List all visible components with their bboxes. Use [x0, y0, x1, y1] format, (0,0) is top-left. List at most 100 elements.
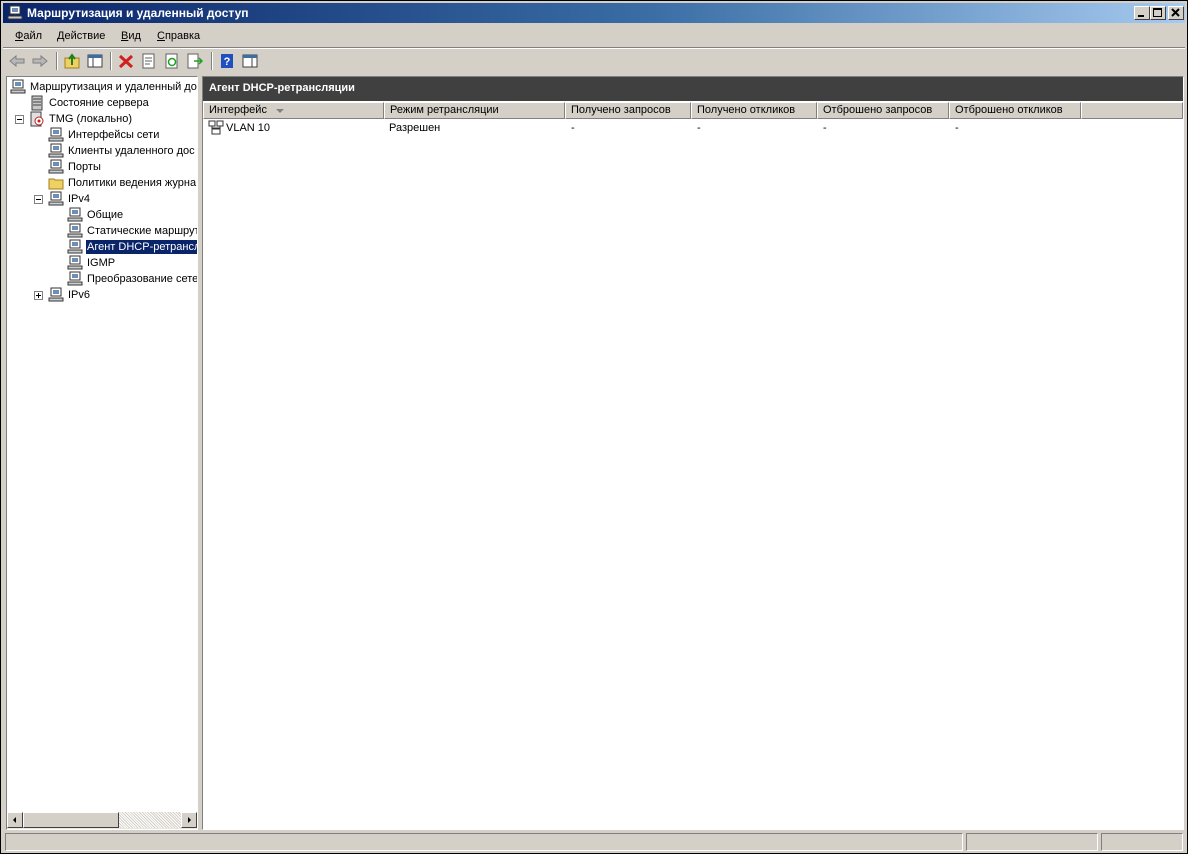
- network-node-icon: [48, 191, 64, 206]
- menu-file[interactable]: Файл: [15, 30, 42, 42]
- sort-arrow-icon: [276, 109, 284, 113]
- tree-item-label: IGMP: [87, 257, 116, 269]
- up-folder-icon: [64, 53, 80, 69]
- status-panel-tertiary: [1101, 833, 1183, 851]
- cell-requests-discarded: -: [823, 122, 827, 134]
- back-arrow-icon: [9, 54, 25, 68]
- routing-root-icon: [10, 79, 26, 94]
- network-node-icon: [67, 271, 83, 286]
- status-panel-secondary: [966, 833, 1098, 851]
- properties-icon: [142, 53, 155, 69]
- close-icon: [1171, 8, 1180, 17]
- tree-item-label: Интерфейсы сети: [68, 129, 160, 141]
- maximize-icon: [1153, 8, 1162, 17]
- details-header: Агент DHCP-ретрансляции: [203, 77, 1183, 101]
- forward-arrow-icon: [32, 54, 48, 68]
- network-node-icon: [67, 207, 83, 222]
- toolbar-separator: [110, 52, 112, 70]
- refresh-button[interactable]: [162, 52, 182, 70]
- scroll-left-arrow-icon: [13, 817, 16, 823]
- show-hide-action-pane-icon: [242, 54, 258, 68]
- tree-horizontal-scrollbar[interactable]: [7, 812, 197, 829]
- close-button[interactable]: [1168, 6, 1184, 20]
- forward-button[interactable]: [30, 52, 50, 70]
- menu-action[interactable]: Действие: [57, 30, 105, 42]
- status-panel-main: [5, 833, 963, 851]
- cell-relay-mode: Разрешен: [389, 122, 441, 134]
- minimize-icon: [1138, 15, 1144, 17]
- menu-view[interactable]: Вид: [121, 30, 141, 42]
- column-label: Интерфейс: [209, 104, 267, 116]
- column-header-replies-received[interactable]: Получено откликов: [691, 102, 817, 119]
- tree-item-label: IPv4: [68, 193, 91, 205]
- tree-item-label: Общие: [87, 209, 124, 221]
- network-node-icon: [67, 255, 83, 270]
- toolbar-separator: [211, 52, 213, 70]
- show-hide-tree-icon: [87, 54, 103, 68]
- column-header-requests-discarded[interactable]: Отброшено запросов: [817, 102, 949, 119]
- table-row[interactable]: VLAN 10 Разрешен - - - -: [203, 120, 1183, 136]
- tree-item-label: Политики ведения журна: [68, 177, 197, 189]
- up-level-button[interactable]: [62, 52, 82, 70]
- menu-separator: [3, 47, 1185, 49]
- show-hide-tree-button[interactable]: [85, 52, 105, 70]
- export-list-icon: [187, 53, 203, 69]
- column-label: Отброшено откликов: [955, 104, 1063, 116]
- interface-icon: [208, 120, 224, 135]
- minimize-button[interactable]: [1134, 6, 1150, 20]
- expand-ipv6-toggle[interactable]: [34, 291, 43, 300]
- menu-help[interactable]: Справка: [157, 30, 200, 42]
- show-hide-action-pane-button[interactable]: [240, 52, 260, 70]
- column-label: Получено откликов: [697, 104, 796, 116]
- tree-item-label: Преобразование сете: [87, 273, 197, 285]
- scroll-left-button[interactable]: [7, 812, 23, 828]
- tree-item-label: Порты: [68, 161, 101, 173]
- column-header-replies-discarded[interactable]: Отброшено откликов: [949, 102, 1081, 119]
- column-header-interface[interactable]: Интерфейс: [203, 102, 384, 119]
- network-node-icon: [67, 239, 83, 254]
- delete-button[interactable]: [116, 52, 136, 70]
- properties-button[interactable]: [139, 52, 159, 70]
- svg-text:?: ?: [224, 56, 231, 68]
- main-window: Маршрутизация и удаленный доступ Файл Де…: [0, 0, 1188, 854]
- menu-bar: Файл Действие Вид Справка: [3, 26, 1185, 46]
- details-title: Агент DHCP-ретрансляции: [209, 82, 355, 94]
- tree-item-label: Статические маршрут: [87, 225, 197, 237]
- refresh-icon: [165, 53, 178, 69]
- server-status-icon: [31, 95, 43, 111]
- column-label: Отброшено запросов: [823, 104, 933, 116]
- console-tree: Маршрутизация и удаленный до Состояние с…: [7, 77, 197, 812]
- export-list-button[interactable]: [185, 52, 205, 70]
- collapse-server-toggle[interactable]: [15, 115, 24, 124]
- status-bar: [3, 832, 1185, 852]
- column-header-requests-received[interactable]: Получено запросов: [565, 102, 691, 119]
- tree-item-label: IPv6: [68, 289, 91, 301]
- column-label: Режим ретрансляции: [390, 104, 499, 116]
- toolbar-separator: [56, 52, 58, 70]
- cell-requests-received: -: [571, 122, 575, 134]
- network-node-icon: [67, 223, 83, 238]
- folder-icon: [48, 178, 64, 190]
- cell-replies-received: -: [697, 122, 701, 134]
- help-icon: ?: [221, 54, 233, 68]
- title-bar[interactable]: Маршрутизация и удаленный доступ: [3, 3, 1185, 23]
- scroll-thumb[interactable]: [23, 812, 119, 828]
- details-pane: Агент DHCP-ретрансляции Интерфейс Режим …: [202, 76, 1184, 830]
- network-node-icon: [48, 159, 64, 174]
- column-header-relay-mode[interactable]: Режим ретрансляции: [384, 102, 565, 119]
- tree-item-label: Агент DHCP-ретрансл: [86, 240, 197, 254]
- back-button[interactable]: [7, 52, 27, 70]
- window-title: Маршрутизация и удаленный доступ: [27, 6, 249, 20]
- column-label: Получено запросов: [571, 104, 671, 116]
- maximize-button[interactable]: [1150, 6, 1166, 20]
- column-header-filler: [1081, 102, 1183, 119]
- network-node-icon: [48, 287, 64, 302]
- scroll-right-arrow-icon: [188, 817, 191, 823]
- help-button[interactable]: ?: [217, 52, 237, 70]
- tree-item-label: TMG (локально): [49, 113, 132, 125]
- network-node-icon: [48, 143, 64, 158]
- scroll-track[interactable]: [119, 812, 181, 828]
- scroll-right-button[interactable]: [181, 812, 197, 828]
- collapse-ipv4-toggle[interactable]: [34, 195, 43, 204]
- column-header-row: Интерфейс Режим ретрансляции Получено за…: [203, 102, 1183, 119]
